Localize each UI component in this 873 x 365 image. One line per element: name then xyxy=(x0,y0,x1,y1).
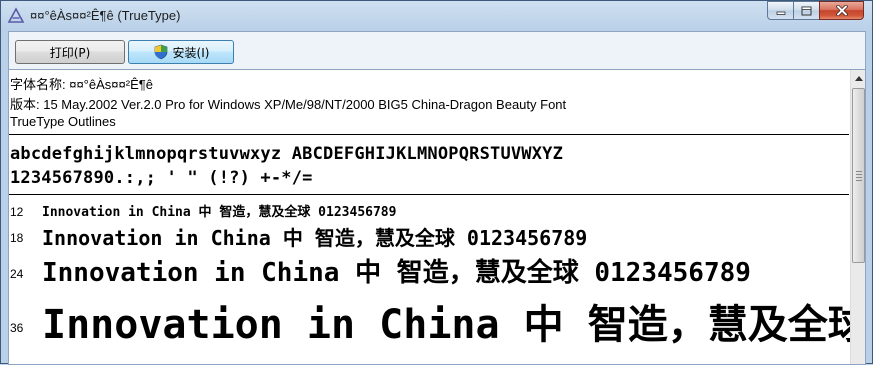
sample-size-label: 12 xyxy=(10,205,24,219)
install-button-label: 安装(I) xyxy=(172,45,210,60)
thumb-grip xyxy=(856,171,862,172)
divider xyxy=(9,134,849,135)
uac-shield-icon xyxy=(154,44,167,60)
charset-digits-symbols: 1234567890.:,; ' " (!?) +-*/= xyxy=(10,168,313,188)
window-title: ¤¤°êÀs¤¤²Ê¶ê (TrueType) xyxy=(30,8,181,23)
sample-size-label: 36 xyxy=(10,321,24,335)
toolbar: 打印(P) 安装(I) xyxy=(8,31,866,69)
title-bar[interactable]: ¤¤°êÀs¤¤²Ê¶ê (TrueType) xyxy=(1,1,872,31)
divider xyxy=(9,194,849,195)
font-viewer-window: ¤¤°êÀs¤¤²Ê¶ê (TrueType) 打印(P) 安装(I) 字体名称… xyxy=(0,0,873,365)
thumb-grip xyxy=(856,180,862,181)
thumb-grip xyxy=(856,174,862,175)
font-name-line: 字体名称: ¤¤°êÀs¤¤²Ê¶ê xyxy=(10,77,153,92)
close-icon xyxy=(835,5,848,16)
chevron-up-icon xyxy=(854,76,863,81)
sample-text: Innovation in China 中 智造，慧及全球 0123456789 xyxy=(42,302,866,348)
font-version-line: 版本: 15 May.2002 Ver.2.0 Pro for Windows … xyxy=(10,97,567,112)
font-viewer-icon xyxy=(7,7,25,23)
sample-text: Innovation in China 中 智造，慧及全球 0123456789 xyxy=(42,205,397,220)
print-button-label: 打印(P) xyxy=(49,45,91,60)
thumb-grip xyxy=(856,177,862,178)
maximize-icon xyxy=(801,6,812,15)
scroll-up-button[interactable] xyxy=(851,70,865,87)
sample-size-label: 24 xyxy=(10,267,24,281)
minimize-button[interactable] xyxy=(767,1,794,20)
charset-letters: abcdefghijklmnopqrstuvwxyz ABCDEFGHIJKLM… xyxy=(10,144,564,164)
minimize-icon xyxy=(776,11,785,15)
close-button[interactable] xyxy=(819,1,864,20)
print-button[interactable]: 打印(P) xyxy=(15,40,125,64)
maximize-button[interactable] xyxy=(793,1,820,20)
font-preview-pane: 字体名称: ¤¤°êÀs¤¤²Ê¶ê 版本: 15 May.2002 Ver.2… xyxy=(8,69,866,365)
install-button[interactable]: 安装(I) xyxy=(128,40,234,64)
scroll-thumb[interactable] xyxy=(852,88,865,263)
sample-text: Innovation in China 中 智造，慧及全球 0123456789 xyxy=(42,226,588,250)
sample-size-label: 18 xyxy=(10,231,24,245)
font-outline-line: TrueType Outlines xyxy=(10,114,116,129)
sample-text: Innovation in China 中 智造，慧及全球 0123456789 xyxy=(42,258,751,288)
vertical-scrollbar[interactable] xyxy=(850,70,865,364)
